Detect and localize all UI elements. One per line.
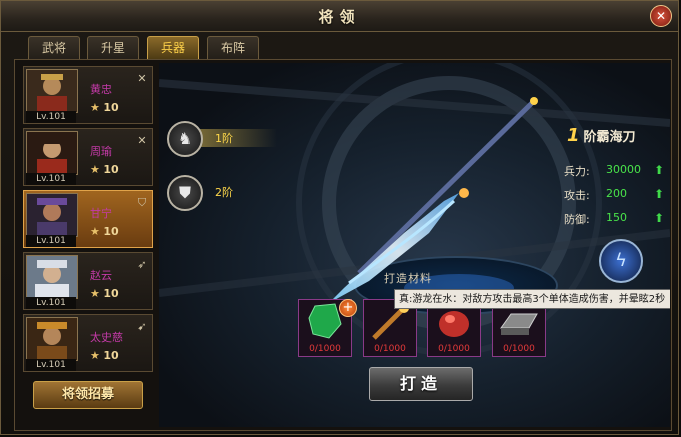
general-name: 赵云 — [90, 269, 112, 282]
avatar — [26, 131, 78, 175]
stat-value: 150 — [606, 211, 627, 224]
sword-icon: ➹ — [137, 320, 147, 333]
general-name: 甘宁 — [90, 207, 112, 220]
stat-label: 攻击: — [564, 189, 590, 202]
stat-troops: 兵力: 30000 ⬆ — [564, 163, 664, 179]
star-count: 10 — [103, 349, 119, 362]
weapon-name: 1 阶霸海刀 — [567, 125, 636, 146]
generals-window: 将领 ✕ 武将 升星 兵器 布阵 Lv.101 黄忠 ★ 10 ✕ Lv.101… — [0, 0, 679, 435]
avatar — [26, 317, 78, 361]
general-name: 周瑜 — [90, 145, 112, 158]
skill-lightning-icon[interactable]: ϟ — [599, 239, 643, 283]
avatar — [26, 255, 78, 299]
material-count: 0/1000 — [374, 344, 406, 354]
general-card-taishici[interactable]: Lv.101 太史慈 ★ 10 ➹ — [23, 314, 153, 372]
material-count: 0/1000 — [309, 344, 341, 354]
horse-rider-icon: ♞ — [167, 121, 203, 157]
star-icon: ★ — [90, 287, 100, 300]
tier-label: 2阶 — [215, 186, 233, 199]
stat-label: 兵力: — [564, 165, 590, 178]
materials-title: 打造材料 — [384, 272, 432, 285]
weapon-title: 阶霸海刀 — [583, 130, 636, 145]
general-level: Lv.101 — [26, 297, 76, 309]
tab-star-up[interactable]: 升星 — [87, 36, 139, 60]
star-icon: ★ — [90, 349, 100, 362]
general-level: Lv.101 — [26, 111, 76, 123]
tab-generals[interactable]: 武将 — [28, 36, 80, 60]
recruit-generals-button[interactable]: 将领招募 — [33, 381, 143, 409]
crossbow-icon: ✕ — [137, 134, 147, 147]
star-icon: ★ — [90, 225, 100, 238]
avatar — [26, 193, 78, 237]
shield-icon: ⛉ — [137, 196, 147, 209]
title-bar: 将领 ✕ — [1, 1, 678, 32]
spear-icon: ➶ — [137, 258, 147, 271]
stat-attack: 攻击: 200 ⬆ — [564, 187, 664, 203]
general-stars: ★ 10 — [90, 101, 119, 114]
general-card-huangzhong[interactable]: Lv.101 黄忠 ★ 10 ✕ — [23, 66, 153, 124]
tier-highlight — [197, 183, 277, 201]
general-level: Lv.101 — [26, 235, 76, 247]
general-name: 黄忠 — [90, 83, 112, 96]
general-card-ganning[interactable]: Lv.101 甘宁 ★ 10 ⛉ — [23, 190, 153, 248]
weapon-glaive-image — [329, 97, 538, 303]
crossbow-icon: ✕ — [137, 72, 147, 85]
tier-2-option[interactable]: ⛊ 2阶 — [167, 175, 277, 211]
avatar — [26, 69, 78, 113]
material-count: 0/1000 — [438, 344, 470, 354]
star-icon: ★ — [90, 101, 100, 114]
add-material-button[interactable]: + — [339, 299, 357, 317]
star-count: 10 — [103, 225, 119, 238]
tier-label: 1阶 — [215, 132, 233, 145]
stat-value: 30000 — [606, 163, 641, 176]
general-stars: ★ 10 — [90, 163, 119, 176]
material-count: 0/1000 — [503, 344, 535, 354]
general-card-zhouyu[interactable]: Lv.101 周瑜 ★ 10 ✕ — [23, 128, 153, 186]
general-name: 太史慈 — [90, 331, 123, 344]
skill-tooltip: 真:游龙在水：对敌方攻击最高3个单体造成伤害，并晕眩2秒 — [394, 289, 670, 309]
forge-button[interactable]: 打造 — [369, 367, 473, 401]
stat-value: 200 — [606, 187, 627, 200]
tier-highlight — [197, 129, 277, 147]
star-count: 10 — [103, 101, 119, 114]
window-title: 将领 — [318, 8, 361, 26]
stat-label: 防御: — [564, 213, 590, 226]
general-stars: ★ 10 — [90, 349, 119, 362]
star-icon: ★ — [90, 163, 100, 176]
weapon-display: ♞ 1阶 ⛊ 2阶 1 阶霸海刀 兵力: 30000 ⬆ 攻击: 200 ⬆ 防御… — [159, 63, 670, 427]
arrow-up-icon: ⬆ — [654, 187, 665, 201]
star-count: 10 — [103, 163, 119, 176]
arrow-up-icon: ⬆ — [654, 211, 665, 225]
weapon-tier-number: 1 — [567, 125, 580, 146]
star-count: 10 — [103, 287, 119, 300]
tab-weapons[interactable]: 兵器 — [147, 36, 199, 60]
stat-defense: 防御: 150 ⬆ — [564, 211, 664, 227]
close-button[interactable]: ✕ — [650, 5, 672, 27]
tab-formation[interactable]: 布阵 — [207, 36, 259, 60]
arrow-up-icon: ⬆ — [654, 163, 665, 177]
general-level: Lv.101 — [26, 359, 76, 371]
general-list: Lv.101 黄忠 ★ 10 ✕ Lv.101 周瑜 ★ 10 ✕ Lv.101… — [17, 64, 157, 426]
shield-icon: ⛊ — [167, 175, 203, 211]
tier-1-option[interactable]: ♞ 1阶 — [167, 121, 277, 157]
general-level: Lv.101 — [26, 173, 76, 185]
general-stars: ★ 10 — [90, 287, 119, 300]
general-stars: ★ 10 — [90, 225, 119, 238]
general-card-zhaoyun[interactable]: Lv.101 赵云 ★ 10 ➶ — [23, 252, 153, 310]
